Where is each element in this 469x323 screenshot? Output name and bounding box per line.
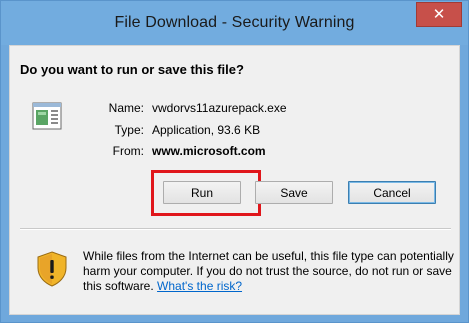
dialog-body: Do you want to run or save this file? Na…: [9, 45, 460, 315]
divider: [20, 228, 451, 230]
type-label: Type:: [114, 123, 144, 137]
dialog-title: File Download - Security Warning: [114, 14, 355, 31]
type-value: Application, 93.6 KB: [152, 123, 261, 137]
save-button[interactable]: Save: [255, 181, 333, 204]
risk-link[interactable]: What's the risk?: [157, 279, 242, 293]
cancel-button[interactable]: Cancel: [348, 181, 436, 204]
shield-icon: [37, 251, 67, 287]
download-dialog: File Download - Security Warning ✕ Do yo…: [0, 0, 469, 323]
close-button[interactable]: ✕: [416, 2, 462, 27]
run-button[interactable]: Run: [163, 181, 241, 204]
close-icon: ✕: [432, 6, 446, 23]
name-label: Name:: [108, 101, 144, 115]
warning-text: While files from the Internet can be use…: [83, 249, 454, 293]
title-bar[interactable]: File Download - Security Warning ✕: [1, 1, 468, 45]
from-value: www.microsoft.com: [152, 144, 266, 158]
warning-message: While files from the Internet can be use…: [83, 249, 455, 294]
question-text: Do you want to run or save this file?: [20, 62, 244, 77]
from-label: From:: [112, 144, 144, 158]
name-value: vwdorvs11azurepack.exe: [152, 101, 287, 115]
application-icon: [32, 102, 62, 130]
